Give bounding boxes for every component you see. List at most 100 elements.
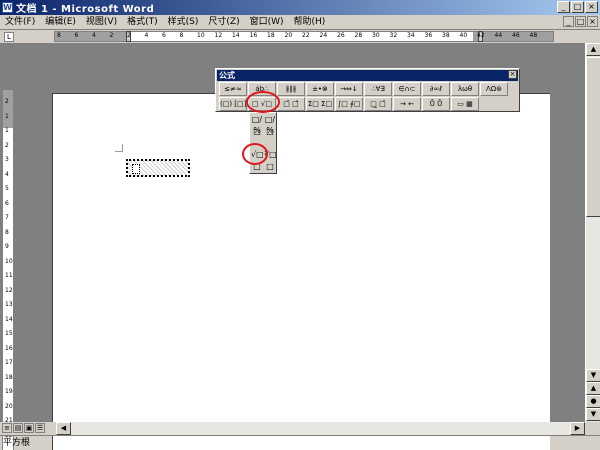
horizontal-scrollbar[interactable]: ◀ ▶: [56, 422, 585, 435]
equation-slot[interactable]: [132, 164, 140, 174]
ruler-tick-label: 48: [529, 32, 538, 39]
eq-row1-button-5[interactable]: ∴∀∃: [364, 82, 392, 96]
ruler-tick-label: 46: [512, 32, 520, 39]
minimize-button[interactable]: _: [557, 1, 570, 13]
prev-page-button[interactable]: ▲: [586, 382, 600, 395]
ruler-tick-label: 44: [494, 32, 503, 39]
vruler-tick-label: 4: [5, 170, 9, 178]
menu-edit[interactable]: 编辑(E): [40, 15, 81, 29]
ruler-tick-label: 28: [354, 32, 363, 39]
ruler-tick-label: 10: [197, 32, 205, 39]
vruler-tick-label: 1: [5, 127, 9, 134]
ruler-tick-label: 30: [372, 32, 380, 39]
eq-row1-button-7[interactable]: ∂∞ℓ: [422, 82, 450, 96]
eq-row2-button-6[interactable]: → ←: [393, 97, 421, 111]
print-view-icon[interactable]: ▣: [24, 423, 34, 433]
doc-restore-button[interactable]: □: [575, 16, 586, 27]
vruler-tick-label: 16: [5, 344, 13, 352]
vruler-tick-label: 9: [5, 243, 9, 250]
ruler-tick-label: 6: [74, 32, 79, 39]
vruler-tick-label: 7: [5, 214, 9, 221]
vruler-tick-label: 20: [5, 402, 13, 410]
eq-row2-button-7[interactable]: Ů Ů: [422, 97, 450, 111]
select-browse-object-button[interactable]: ●: [586, 395, 600, 408]
maximize-button[interactable]: □: [571, 1, 584, 13]
tab-stop-selector[interactable]: L: [4, 32, 14, 42]
menu-size[interactable]: 尺寸(Z): [203, 15, 244, 29]
horizontal-ruler[interactable]: 8 6 4 2 2 4 6 8 10 12 14 16 18 20 22 24 26 28 30 32 34 36 38 40…: [54, 31, 554, 42]
web-view-icon[interactable]: ▤: [13, 423, 23, 433]
menu-window[interactable]: 窗口(W): [245, 15, 289, 29]
eq-row1-button-2[interactable]: ∦∥∦: [277, 82, 305, 96]
scroll-right-button[interactable]: ▶: [570, 422, 585, 435]
menu-file[interactable]: 文件(F): [0, 15, 40, 29]
menu-style[interactable]: 样式(S): [163, 15, 204, 29]
normal-view-icon[interactable]: ≡: [2, 423, 12, 433]
bottom-bar: ≡ ▤ ▣ ☰ ◀ ▶: [0, 422, 600, 435]
eq-row2-button-8[interactable]: ▭ ▦: [451, 97, 479, 111]
ruler-tick-label: 2: [109, 32, 114, 39]
doc-minimize-button[interactable]: _: [563, 16, 574, 27]
doc-close-button[interactable]: ×: [587, 16, 598, 27]
next-page-button[interactable]: ▼: [586, 408, 600, 421]
ruler-tick-label: 4: [92, 32, 96, 39]
ruler-tick-label: 26: [337, 32, 345, 39]
vruler-tick-label: 2: [5, 98, 9, 105]
vertical-scrollbar[interactable]: ▲ ▼ ▲ ● ▼: [585, 43, 600, 422]
eq-row2-button-3[interactable]: Σ□ Σ□: [306, 97, 334, 111]
scroll-left-button[interactable]: ◀: [56, 422, 71, 435]
eq-row1-button-8[interactable]: λωθ: [451, 82, 479, 96]
vertical-ruler[interactable]: 2 1 1 2 3 4 5 6 7 8 9 10 11 12 13 14 15 16 17 18 19 20 21 22: [2, 89, 14, 450]
document-page[interactable]: [52, 93, 550, 450]
ruler-tick-label: 38: [442, 32, 450, 39]
vruler-tick-label: 10: [5, 257, 13, 265]
scroll-thumb[interactable]: [586, 57, 600, 217]
vruler-tick-label: 12: [5, 286, 13, 294]
ruler-row: L 8 6 4 2 2 4 6 8 10 12 14 16 18 20 22 24 26 28 30 32 34 36 38…: [0, 29, 600, 43]
ruler-tick-label: 6: [162, 32, 166, 39]
eq-row2-button-2[interactable]: □̄ □̃: [277, 97, 305, 111]
highlight-ring-template-button: [246, 91, 280, 113]
vruler-tick-label: 17: [5, 359, 13, 366]
eq-row1-button-6[interactable]: ∈∩⊂: [393, 82, 421, 96]
eq-row1-button-4[interactable]: →⇔↓: [335, 82, 363, 96]
ruler-tick-label: 24: [319, 32, 328, 39]
ruler-tick-label: 2: [127, 32, 131, 39]
menu-bar: 文件(F) 编辑(E) 视图(V) 格式(T) 样式(S) 尺寸(Z) 窗口(W…: [0, 15, 600, 29]
eq-row2-button-0[interactable]: (□) [□]: [219, 97, 247, 111]
vruler-tick-label: 6: [5, 199, 9, 207]
close-button[interactable]: ×: [585, 1, 598, 13]
ruler-tick-label: 18: [267, 32, 275, 39]
eq-row1-button-0[interactable]: ≤≠≈: [219, 82, 247, 96]
eq-row1-button-3[interactable]: ±•⊗: [306, 82, 334, 96]
highlight-ring-square-root: [242, 143, 268, 165]
vruler-tick-label: 1: [5, 112, 9, 120]
eq-row1-button-9[interactable]: ΛΩ⊛: [480, 82, 508, 96]
vruler-tick-label: 2: [5, 141, 9, 149]
ruler-tick-label: 22: [302, 32, 310, 39]
equation-object[interactable]: [126, 159, 190, 177]
close-icon[interactable]: ×: [508, 70, 517, 79]
status-bar: 平方根: [0, 435, 600, 450]
menu-help[interactable]: 帮助(H): [289, 15, 331, 29]
palette-long-division-2[interactable]: □: [264, 161, 276, 173]
eq-row2-button-5[interactable]: □̲ □̄: [364, 97, 392, 111]
window-title: 文档 1 - Microsoft Word: [16, 4, 155, 15]
outline-view-icon[interactable]: ☰: [35, 423, 45, 433]
menu-format[interactable]: 格式(T): [122, 15, 163, 29]
word-app-icon: W: [2, 2, 13, 13]
eq-row2-button-4[interactable]: ∫□ ∮□: [335, 97, 363, 111]
scroll-down-button[interactable]: ▼: [586, 369, 600, 382]
margin-corner-mark: [115, 144, 123, 152]
equation-toolbar-title[interactable]: 公式: [217, 70, 518, 81]
ruler-tick-label: 12: [214, 32, 223, 39]
menu-view[interactable]: 视图(V): [81, 15, 122, 29]
ruler-tick-label: 16: [249, 32, 258, 39]
ruler-tick-label: 20: [284, 32, 293, 39]
palette-percent-1[interactable]: %: [251, 125, 263, 137]
scroll-up-button[interactable]: ▲: [586, 43, 600, 56]
ruler-tick-label: 8: [179, 32, 184, 39]
ruler-tick-label: 36: [424, 32, 433, 39]
vruler-tick-label: 18: [5, 373, 13, 381]
palette-percent-2[interactable]: %: [264, 125, 276, 137]
